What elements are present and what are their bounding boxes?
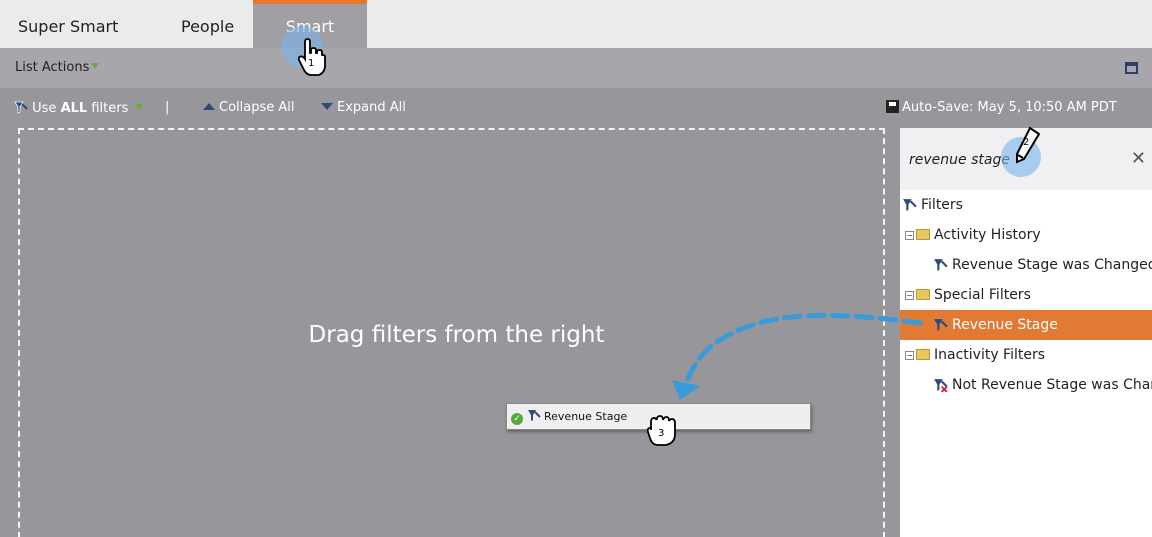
drag-arrow-annotation: [672, 312, 923, 400]
step-number: 1: [308, 58, 315, 69]
step-number: 2: [1023, 137, 1030, 148]
arrow-head-icon: [672, 380, 700, 400]
drag-arrow-path: [681, 312, 923, 393]
step-number: 3: [658, 428, 665, 439]
